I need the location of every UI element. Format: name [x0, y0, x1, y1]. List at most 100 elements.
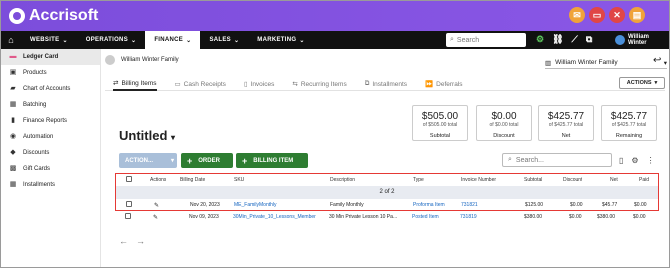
folder-icon: ▰	[10, 85, 16, 92]
billing-item-label: BILLING ITEM	[253, 157, 294, 164]
add-billing-item-button[interactable]: + BILLING ITEM	[236, 153, 308, 168]
sidebar-item-products[interactable]: ▣ Products	[1, 65, 100, 81]
table-row[interactable]: ✎ Nov 09, 2023 30Min_Private_10_Lessons_…	[115, 211, 659, 223]
tab-deferrals[interactable]: ⏩ Deferrals	[425, 77, 462, 91]
arrow-left-icon[interactable]: ←	[119, 236, 128, 246]
sidebar-item-label: Automation	[23, 134, 54, 140]
nav-finance[interactable]: FINANCE ⌄	[145, 31, 201, 49]
row-checkbox[interactable]	[126, 201, 132, 207]
nav-website[interactable]: WEBSITE ⌄	[21, 31, 77, 49]
gear-icon[interactable]: ⚙	[536, 34, 544, 45]
cell-discount: $0.00	[570, 202, 583, 208]
cell-paid: $0.00	[634, 202, 647, 208]
pager-text: 2 of 2	[379, 189, 395, 195]
document-icon[interactable]: ▯	[619, 156, 623, 165]
add-order-button[interactable]: + ORDER	[181, 153, 233, 168]
client-select[interactable]: ▥ William Winter Family ▾	[545, 57, 667, 69]
search-placeholder: Search	[456, 36, 480, 44]
tab-billing-items[interactable]: ⇄ Billing Items	[113, 77, 157, 91]
nav-marketing[interactable]: MARKETING ⌄	[248, 31, 313, 49]
sidebar-item-batching[interactable]: ▦ Batching	[1, 97, 100, 113]
col-paid[interactable]: Paid	[639, 177, 649, 183]
cell-sku[interactable]: 30Min_Private_10_Lessons_Member	[233, 214, 316, 220]
sidebar-item-label: Discounts	[23, 150, 50, 156]
cell-type[interactable]: Posted Item	[412, 214, 439, 220]
sidebar-item-ledger-card[interactable]: ▬ Ledger Card	[1, 49, 100, 65]
logo[interactable]: Accrisoft	[9, 7, 98, 25]
client-name: William Winter Family	[121, 57, 179, 63]
sidebar-item-label: Installments	[23, 182, 56, 188]
nav-sales[interactable]: SALES ⌄	[200, 31, 248, 49]
sidebar-item-automation[interactable]: ◉ Automation	[1, 129, 100, 145]
select-all-checkbox[interactable]	[126, 176, 132, 182]
card-value: $0.00	[491, 111, 517, 122]
summary-card-discount: $0.00 of $0.00 total Discount	[476, 105, 532, 141]
chevron-down-icon: ⌄	[62, 37, 68, 44]
card-value: $425.77	[610, 111, 648, 122]
external-link-icon[interactable]: ⧉	[586, 34, 592, 45]
chevron-down-icon: ▾	[171, 133, 176, 142]
card-sub: of $505.00 total	[422, 122, 458, 128]
gear-icon[interactable]: ⚙	[631, 156, 638, 165]
col-description[interactable]: Description	[330, 177, 355, 183]
arrow-right-icon[interactable]: →	[136, 236, 145, 246]
cell-subtotal: $380.00	[524, 214, 543, 220]
sidebar-item-label: Ledger Card	[23, 54, 59, 60]
col-billing-date[interactable]: Billing Date	[180, 177, 205, 183]
user-name: William Winter	[627, 34, 649, 46]
col-sku[interactable]: SKU	[234, 177, 244, 183]
document-icon[interactable]: ▤	[629, 7, 645, 23]
plus-icon: +	[187, 155, 193, 166]
nav-operations[interactable]: OPERATIONS ⌄	[77, 31, 146, 49]
user-menu[interactable]: William Winter	[615, 34, 669, 46]
chevron-down-icon: ▾	[654, 80, 658, 86]
list-title-text: Untitled	[119, 128, 168, 143]
batch-icon: ▦	[9, 101, 17, 108]
chevron-down-icon: ▾	[663, 59, 667, 67]
sidebar-item-chart-of-accounts[interactable]: ▰ Chart of Accounts	[1, 81, 100, 97]
row-checkbox[interactable]	[125, 213, 131, 219]
table-row[interactable]: ✎ Nov 20, 2023 ME_FamilyMonthly Family M…	[116, 199, 658, 211]
brand-icons: ✉ ▭ ✕ ▤	[569, 7, 645, 23]
action-dropdown[interactable]: ACTION... ▾	[119, 153, 177, 168]
chevron-down-icon: ⌄	[233, 37, 240, 44]
tab-installments[interactable]: ⧉ Installments	[365, 77, 407, 91]
alert-icon[interactable]: ✕	[609, 7, 625, 23]
tab-invoices[interactable]: ▯ Invoices	[244, 77, 274, 91]
nav-operations-label: OPERATIONS	[85, 37, 128, 43]
client-select-value: William Winter Family	[555, 59, 618, 66]
sidebar-item-gift-cards[interactable]: ▩ Gift Cards	[1, 161, 100, 177]
tab-recurring-items[interactable]: ⇆ Recurring Items	[292, 77, 346, 91]
table-search-input[interactable]: ⌕ Search...	[502, 153, 612, 167]
sidebar-item-installments[interactable]: ▦ Installments	[1, 177, 100, 193]
more-vertical-icon[interactable]: ⋮	[647, 156, 655, 165]
cell-invoice[interactable]: 731821	[461, 202, 478, 208]
tab-cash-receipts[interactable]: ▭ Cash Receipts	[175, 77, 226, 91]
pencil-icon[interactable]: ✎	[154, 202, 159, 209]
sidebar-item-discounts[interactable]: ◆ Discounts	[1, 145, 100, 161]
list-title[interactable]: Untitled ▾	[119, 128, 175, 143]
col-invoice-number[interactable]: Invoice Number	[461, 177, 496, 183]
cell-sku[interactable]: ME_FamilyMonthly	[234, 202, 277, 208]
pencil-icon[interactable]: ✎	[153, 214, 158, 221]
card-icon[interactable]: ▭	[589, 7, 605, 23]
global-search-input[interactable]: ⌕ Search	[446, 33, 526, 47]
sidebar-item-finance-reports[interactable]: ▮ Finance Reports	[1, 113, 100, 129]
summary-card-subtotal: $505.00 of $505.00 total Subtotal	[412, 105, 468, 141]
cell-type[interactable]: Proforma Item	[413, 202, 445, 208]
home-icon[interactable]: ⌂	[1, 35, 21, 45]
recurring-icon: ⇆	[292, 81, 298, 88]
nav-website-label: WEBSITE	[30, 37, 60, 43]
actions-button[interactable]: ACTIONS ▾	[619, 77, 665, 89]
col-discount[interactable]: Discount	[563, 177, 582, 183]
col-subtotal[interactable]: Subtotal	[524, 177, 542, 183]
link-icon[interactable]: ⛓	[552, 34, 563, 45]
table-header: Actions Billing Date SKU Description Typ…	[116, 174, 658, 186]
back-arrow-icon[interactable]: ↩	[653, 55, 661, 66]
col-net[interactable]: Net	[610, 177, 618, 183]
chart-icon[interactable]: ⟋	[572, 34, 578, 45]
col-type[interactable]: Type	[413, 177, 424, 183]
mail-icon[interactable]: ✉	[569, 7, 585, 23]
app-window: Accrisoft ✉ ▭ ✕ ▤ ⌂ WEBSITE ⌄ OPERATIONS ⌄…	[0, 0, 670, 268]
cell-invoice[interactable]: 731819	[460, 214, 477, 220]
